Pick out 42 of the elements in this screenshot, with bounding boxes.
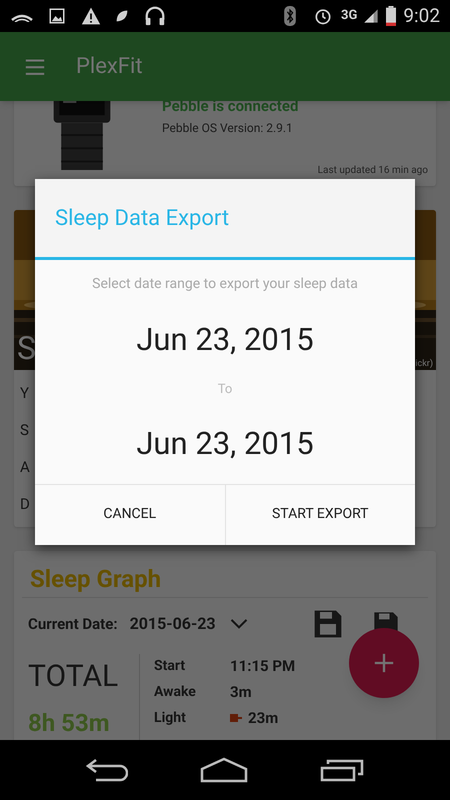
cancel-button[interactable]: CANCEL [35,484,224,544]
warning-icon [80,6,102,26]
image-icon [48,7,66,25]
card-title: Sleep Graph [29,565,162,593]
leaf-icon [114,8,130,24]
clock: 9:02 [403,2,440,29]
stat-value: 23m [248,708,278,729]
battery-icon [385,6,398,26]
card-text: A [20,457,30,478]
stat-label: Light [154,708,187,728]
photo-caption: S [17,328,36,369]
total-label: TOTAL [28,658,120,696]
total-duration: 8h 53m [28,708,111,739]
last-updated: Last updated 16 min ago [318,164,428,178]
bluetooth-icon [283,6,298,26]
app-title: PlexFit [76,53,143,81]
export-button[interactable]: START EXPORT [224,484,415,544]
stat-value: 11:15 PM [230,656,296,677]
separator-label: To [218,380,232,398]
headphones-icon [144,5,166,27]
current-date: 2015-06-23 [130,613,216,635]
date-label: Current Date: [28,614,118,635]
photo-credit: ickr) [415,360,433,369]
stat-value: 3m [230,682,252,703]
stat-label: Start [154,656,186,676]
card-text: Y [20,383,30,404]
flag-icon [230,714,242,722]
connection-status: Pebble is connected [162,96,300,117]
dialog-subtitle: Select date range to export your sleep data [92,275,358,294]
stat-label: Awake [154,682,197,702]
save-icon [312,608,344,640]
home-icon [200,757,248,783]
start-date[interactable]: Jun 23, 2015 [136,317,314,364]
network-type: 3G [341,7,358,26]
card-text: S [20,420,29,441]
back-icon [86,758,128,782]
recent-apps-icon [320,758,364,782]
os-version: Pebble OS Version: 2.9.1 [162,120,294,136]
plus-icon [373,652,395,674]
dialog-title: Sleep Data Export [55,204,230,232]
card-text: D [20,494,30,515]
end-date[interactable]: Jun 23, 2015 [136,421,314,468]
